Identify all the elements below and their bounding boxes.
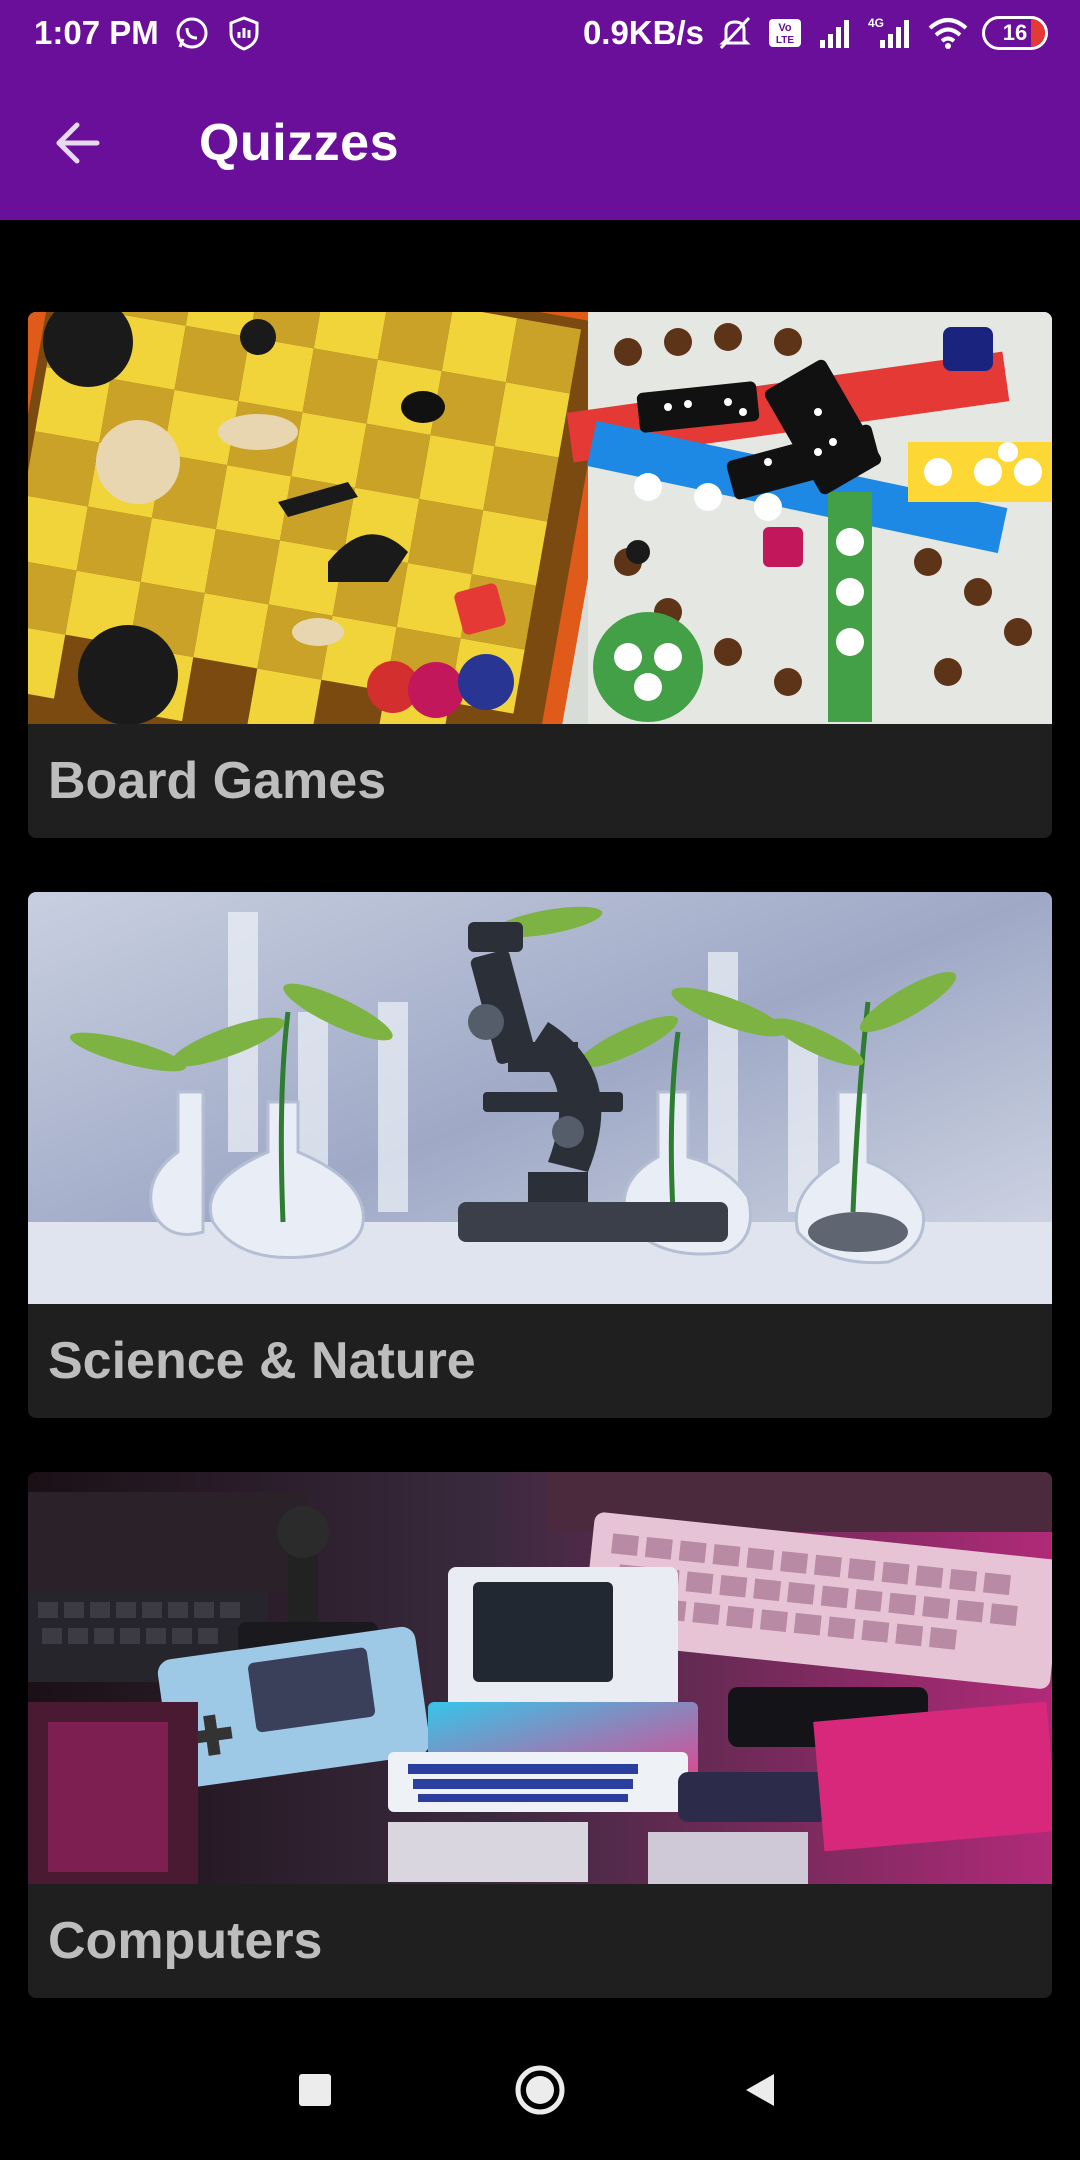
back-button[interactable] [27, 93, 127, 193]
quiz-card-label: Science & Nature [48, 1332, 476, 1390]
navigation-bar [0, 2020, 1080, 2160]
quiz-card-label: Board Games [48, 752, 387, 810]
app-bar: Quizzes [0, 66, 1080, 220]
quiz-card-science-nature[interactable]: Science & Nature [28, 892, 1052, 1418]
status-bar-right: 0.9KB/s Vo LTE 4G 16 [583, 14, 1048, 52]
status-bar-left: 1:07 PM [34, 14, 263, 52]
system-back-button[interactable] [715, 2045, 805, 2135]
quiz-card-computers[interactable]: Computers [28, 1472, 1052, 1998]
screen: 1:07 PM 0.9KB/s Vo LTE 4G 16 Quizzes Boa… [0, 0, 1080, 2160]
page-title: Quizzes [199, 114, 399, 172]
mute-icon [716, 14, 754, 52]
board-games-image [28, 312, 1052, 724]
svg-text:Vo: Vo [778, 22, 792, 34]
signal-icon [816, 14, 854, 52]
computers-image [28, 1472, 1052, 1884]
shield-icon [225, 14, 263, 52]
whatsapp-icon [173, 14, 211, 52]
battery-percent: 16 [1002, 20, 1028, 45]
quiz-card-board-games[interactable]: Board Games [28, 312, 1052, 838]
back-triangle-icon [746, 2074, 774, 2106]
arrow-left-icon [56, 122, 100, 164]
wifi-icon [926, 14, 970, 52]
network-4g-label: 4G [868, 16, 884, 30]
recents-button[interactable] [270, 2045, 360, 2135]
science-nature-image [28, 892, 1052, 1304]
quiz-list: Board Games Science & Nature Computers [28, 312, 1052, 2052]
recents-square-icon [299, 2074, 331, 2106]
svg-text:LTE: LTE [776, 35, 794, 46]
network-speed: 0.9KB/s [582, 14, 704, 51]
battery-level [1031, 19, 1045, 47]
status-bar: 1:07 PM 0.9KB/s Vo LTE 4G 16 [0, 0, 1080, 66]
volte-icon: Vo LTE [766, 14, 804, 52]
quiz-card-label: Computers [48, 1912, 323, 1970]
status-time: 1:07 PM [34, 14, 159, 51]
signal-4g-icon: 4G [866, 14, 914, 52]
battery-icon: 16 [982, 16, 1048, 50]
home-circle-icon [515, 2065, 565, 2115]
home-button[interactable] [495, 2045, 585, 2135]
